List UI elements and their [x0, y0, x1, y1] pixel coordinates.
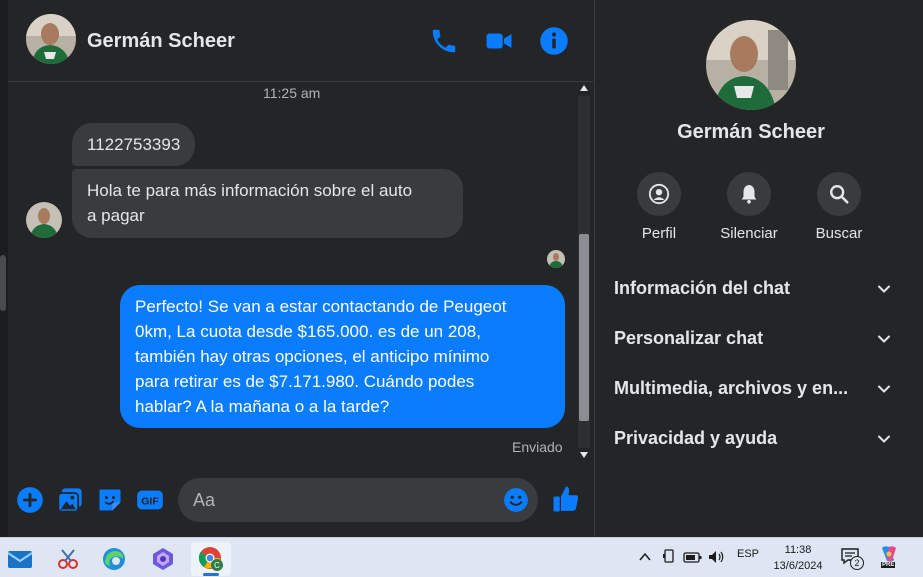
- chat-header: Germán Scheer: [8, 0, 593, 82]
- section-title: Privacidad y ayuda: [614, 428, 778, 448]
- battery-icon[interactable]: [683, 550, 703, 564]
- delivery-status: Enviado: [512, 439, 563, 455]
- scroll-up-icon[interactable]: [579, 84, 589, 92]
- video-call-icon[interactable]: [484, 26, 514, 56]
- mute-button[interactable]: Silenciar: [709, 172, 789, 242]
- message-line: también hay otras opciones, el anticipo …: [135, 347, 490, 366]
- profile-label: Perfil: [641, 225, 677, 242]
- section-chat-info[interactable]: Información del chat: [614, 272, 892, 306]
- search-button[interactable]: Buscar: [799, 172, 879, 242]
- messenger-window: Germán Scheer 11:25 am 1122753393 Hola t…: [0, 0, 923, 537]
- svg-text:C: C: [214, 561, 220, 570]
- message-line: 0km, La cuota desde $165.000. es de un 2…: [135, 322, 481, 341]
- contact-name[interactable]: Germán Scheer: [87, 30, 235, 53]
- info-icon[interactable]: [539, 26, 569, 56]
- section-privacy-support[interactable]: Privacidad y ayuda: [614, 422, 892, 456]
- keyboard-language[interactable]: ESP: [737, 548, 759, 560]
- sticker-icon[interactable]: [96, 486, 124, 514]
- chevron-down-icon: [878, 285, 890, 293]
- search-icon[interactable]: [817, 172, 861, 216]
- section-title: Información del chat: [614, 278, 791, 298]
- add-icon[interactable]: [16, 486, 44, 514]
- message-text: Hola te para más información sobre el au…: [87, 181, 413, 200]
- mail-app-icon[interactable]: [0, 542, 40, 576]
- composer: GIF Aa: [8, 462, 593, 537]
- profile-name: Germán Scheer: [677, 121, 825, 143]
- emoji-icon[interactable]: [503, 487, 529, 513]
- message-line: hablar? A la mañana o a la tarde?: [135, 397, 390, 416]
- clock-date: 13/6/2024: [773, 560, 823, 572]
- left-scrollbar-thumb[interactable]: [0, 255, 6, 311]
- like-icon[interactable]: [551, 484, 579, 512]
- chrome-app-icon[interactable]: C: [191, 542, 231, 576]
- chevron-down-icon: [878, 385, 890, 393]
- device-icon[interactable]: [662, 549, 676, 565]
- copilot-icon: [882, 546, 896, 562]
- chevron-up-icon[interactable]: [638, 551, 652, 563]
- message-text: 1122753393: [87, 135, 181, 154]
- section-title: Personalizar chat: [614, 328, 764, 348]
- taskbar: C ESP 11:38 13/6/2024 2 PRE: [0, 537, 923, 577]
- edge-browser-icon[interactable]: [94, 542, 134, 576]
- gif-icon[interactable]: GIF: [136, 486, 164, 514]
- copilot-app-icon[interactable]: [143, 542, 183, 576]
- profile-button[interactable]: Perfil: [619, 172, 699, 242]
- preview-badge: PRE: [881, 562, 896, 568]
- section-media-files[interactable]: Multimedia, archivos y en...: [614, 372, 892, 406]
- notifications-button[interactable]: 2: [840, 547, 866, 571]
- bell-icon[interactable]: [727, 172, 771, 216]
- chat-details-panel: Germán Scheer Perfil Silenciar Buscar In…: [594, 0, 923, 537]
- gallery-icon[interactable]: [56, 486, 84, 514]
- read-receipt-avatar: [547, 250, 565, 268]
- mute-label: Silenciar: [720, 225, 778, 242]
- section-title: Multimedia, archivos y en...: [614, 378, 849, 398]
- notification-count: 2: [850, 556, 864, 570]
- chevron-down-icon: [878, 335, 890, 343]
- scrollbar-thumb[interactable]: [579, 234, 589, 421]
- clock-time: 11:38: [784, 544, 812, 556]
- left-scrollbar[interactable]: [0, 0, 8, 537]
- sender-avatar[interactable]: [26, 202, 62, 238]
- volume-icon[interactable]: [708, 550, 726, 564]
- time-separator: 11:25 am: [263, 85, 321, 101]
- snipping-tool-icon[interactable]: [48, 542, 88, 576]
- profile-icon[interactable]: [637, 172, 681, 216]
- message-line: Perfecto! Se van a estar contactando de …: [135, 297, 507, 316]
- incoming-message[interactable]: Hola te para más información sobre el au…: [72, 169, 463, 238]
- scroll-down-icon[interactable]: [579, 451, 589, 459]
- message-input[interactable]: Aa: [178, 478, 538, 522]
- contact-avatar[interactable]: [26, 14, 76, 64]
- copilot-tray-button[interactable]: PRE: [878, 545, 902, 571]
- message-scrollbar[interactable]: [576, 82, 592, 462]
- section-customize-chat[interactable]: Personalizar chat: [614, 322, 892, 356]
- chevron-down-icon: [878, 435, 890, 443]
- message-text: a pagar: [87, 206, 145, 225]
- phone-icon[interactable]: [429, 26, 459, 56]
- outgoing-message[interactable]: Perfecto! Se van a estar contactando de …: [120, 285, 565, 428]
- message-input-placeholder: Aa: [193, 490, 216, 510]
- profile-avatar[interactable]: [706, 20, 796, 110]
- message-list: 11:25 am 1122753393 Hola te para más inf…: [8, 82, 593, 462]
- clock[interactable]: 11:38 13/6/2024: [768, 542, 828, 574]
- message-line: para retirar es de $7.171.980. Cuándo po…: [135, 372, 475, 391]
- incoming-message[interactable]: 1122753393: [72, 123, 196, 166]
- svg-text:GIF: GIF: [141, 496, 159, 508]
- search-label: Buscar: [815, 225, 863, 242]
